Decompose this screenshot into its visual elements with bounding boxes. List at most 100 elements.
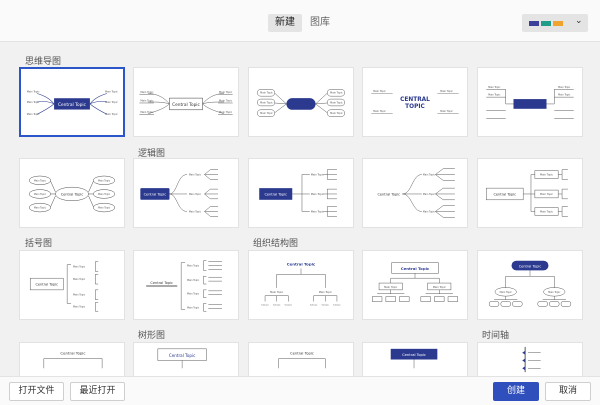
theme-swatch-3 [553, 21, 563, 26]
template-brace-1[interactable]: Central Topic Main Topic Main Topic Main… [19, 250, 125, 320]
subtopic-text: Subtopic [310, 303, 318, 306]
section-mindmap-label: 思维导图 [25, 57, 62, 67]
subtopic-text: Subtopic [273, 303, 281, 306]
subtopic-text: Subtopic [261, 303, 269, 306]
template-tree-2[interactable]: Central Topic [133, 342, 239, 376]
main-topic-text: Main Topic [423, 174, 436, 177]
template-org-3[interactable]: Central Topic Main Topic Main Topic [477, 250, 583, 320]
central-topic-text: Central Topic [377, 192, 400, 196]
chevron-down-icon: ⌄ [575, 16, 583, 26]
main-topic-text: Main Topic [423, 210, 436, 213]
main-topic-text: Main Topic [548, 291, 561, 294]
tree-2-thumbnail: Central Topic [157, 348, 207, 369]
cancel-button[interactable]: 取消 [545, 382, 591, 401]
top-bar: 新建 图库 ⌄ [0, 0, 600, 42]
template-logic-3[interactable]: Central Topic Main Topic Main Topic Main… [248, 158, 354, 228]
brace-1-thumbnail: Central Topic Main Topic Main Topic Main… [29, 261, 99, 312]
main-topic-text: Main Topic [27, 113, 40, 116]
main-topic-text: Main Topic [73, 278, 86, 281]
logic-3-thumbnail: Central Topic Main Topic Main Topic Main… [259, 169, 337, 217]
main-topic-text: Main Topic [105, 101, 118, 104]
template-timeline-1[interactable] [477, 342, 583, 376]
main-topic-text: Main Topic [311, 209, 325, 213]
main-topic-text: Main Topic [423, 193, 436, 196]
logic-5-thumbnail: Central Topic Main Topic Main Topic Main… [486, 169, 568, 217]
main-topic-text: Main Topic [488, 86, 501, 89]
main-topic-text: Main Topic [540, 173, 554, 177]
tab-gallery[interactable]: 图库 [303, 14, 337, 32]
section-brace-label: 括号图 [25, 239, 53, 249]
main-topic-text: Main Topic [384, 285, 398, 289]
create-button[interactable]: 创建 [493, 382, 539, 401]
mindmap-1-thumbnail: Central Topic Main Topic Main Topic Main… [27, 91, 119, 117]
main-topic-text: Main Topic [558, 86, 571, 89]
open-file-button[interactable]: 打开文件 [9, 382, 64, 401]
central-topic-text: Central Topic [58, 102, 87, 108]
theme-selector[interactable]: ⌄ [522, 14, 588, 32]
template-logic-1[interactable]: Central Topic Main Topic Main Topic Main… [19, 158, 125, 228]
central-topic-text: Central Topic [287, 262, 316, 267]
central-line-2: TOPIC [405, 104, 425, 110]
tree-3-thumbnail: Central Topic [278, 352, 326, 369]
template-mindmap-1[interactable]: Central Topic Main Topic Main Topic Main… [19, 67, 125, 137]
main-topic-text: Main Topic [219, 110, 233, 114]
org-3-thumbnail: Central Topic Main Topic Main Topic [488, 260, 572, 307]
central-topic-text: Central Topic [61, 192, 84, 196]
template-mindmap-5[interactable]: Main Topic Main Topic Main Topic Main To… [477, 67, 583, 137]
main-topic-text: Main Topic [34, 179, 47, 182]
template-org-1[interactable]: Central Topic Main Topic Main Topic Subt… [248, 250, 354, 320]
main-topic-text: Main Topic [98, 179, 111, 182]
template-logic-5[interactable]: Central Topic Main Topic Main Topic Main… [477, 158, 583, 228]
template-logic-4[interactable]: Central Topic Main Topic Main Topic Main… [362, 158, 468, 228]
central-topic-text: Central Topic [401, 266, 430, 271]
main-topic-text: Main Topic [373, 110, 386, 113]
main-topic-text: Main Topic [34, 207, 47, 210]
template-tree-4[interactable]: Central Topic [362, 342, 468, 376]
template-gallery[interactable]: 思维导图 逻辑图 括号图 组织结构图 树形图 时间轴 Central Topic… [0, 43, 600, 376]
central-topic-text: Central Topic [493, 192, 516, 196]
brace-2-thumbnail: Central Topic Main Topic Main Topic Main… [146, 260, 222, 312]
template-tree-1[interactable]: Central Topic [19, 342, 125, 376]
org-2-thumbnail: Central Topic Main Topic Main Topic [372, 262, 458, 302]
template-logic-2[interactable]: Central Topic Main Topic Main Topic Main… [133, 158, 239, 228]
main-topic-text: Main Topic [27, 101, 40, 104]
logic-4-thumbnail: Central Topic Main Topic Main Topic Main… [377, 168, 455, 218]
main-topic-text: Main Topic [260, 101, 273, 104]
template-mindmap-4[interactable]: CENTRAL TOPIC Main Topic Main Topic Main… [362, 67, 468, 137]
subtopic-text: Subtopic [321, 303, 329, 306]
main-topic-text: Main Topic [260, 112, 273, 115]
subtopic-text: Subtopic [285, 303, 293, 306]
org-1-thumbnail: Central Topic Main Topic Main Topic Subt… [261, 262, 341, 307]
central-topic-text: Central Topic [169, 353, 195, 358]
main-topic-text: Main Topic [373, 90, 386, 93]
main-topic-text: Main Topic [319, 290, 333, 294]
main-topic-text: Main Topic [187, 306, 200, 309]
main-topic-text: Main Topic [73, 266, 86, 269]
central-topic-text: Central Topic [402, 353, 426, 357]
tab-new[interactable]: 新建 [268, 14, 302, 32]
main-topic-text: Main Topic [73, 294, 86, 297]
template-org-2[interactable]: Central Topic Main Topic Main Topic [362, 250, 468, 320]
template-brace-2[interactable]: Central Topic Main Topic Main Topic Main… [133, 250, 239, 320]
main-topic-text: Main Topic [270, 290, 284, 294]
main-topic-text: Main Topic [433, 285, 447, 289]
template-mindmap-2[interactable]: Central Topic Main Topic Main Topic Main… [133, 67, 239, 137]
logic-2-thumbnail: Central Topic Main Topic Main Topic Main… [140, 169, 219, 217]
main-topic-text: Main Topic [98, 207, 111, 210]
section-tree-label: 树形图 [138, 331, 166, 341]
main-topic-text: Main Topic [140, 90, 154, 94]
main-topic-text: Main Topic [219, 99, 233, 103]
template-tree-3[interactable]: Central Topic [248, 342, 354, 376]
main-topic-text: Main Topic [558, 94, 571, 97]
main-topic-text: Main Topic [330, 92, 343, 95]
template-mindmap-3[interactable]: Main Topic Main Topic Main Topic Main To… [248, 67, 354, 137]
central-topic-text: Central Topic [144, 193, 167, 197]
tree-4-thumbnail: Central Topic [390, 348, 438, 369]
recent-files-button[interactable]: 最近打开 [70, 382, 125, 401]
main-topic-text: Main Topic [540, 209, 554, 213]
main-topic-text: Main Topic [540, 192, 554, 196]
main-topic-text: Main Topic [440, 90, 453, 93]
tree-1-thumbnail: Central Topic [43, 351, 103, 369]
main-topic-text: Main Topic [187, 265, 200, 268]
section-org-label: 组织结构图 [253, 239, 299, 249]
